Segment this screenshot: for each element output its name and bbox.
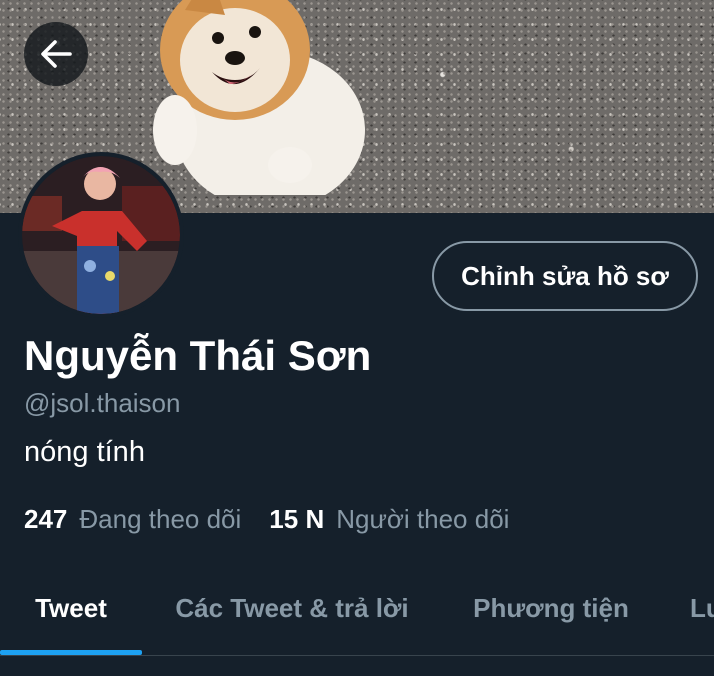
- followers-label: Người theo dõi: [336, 504, 510, 534]
- following-count: 247: [24, 504, 68, 534]
- tab-tweets[interactable]: Tweet: [0, 560, 142, 656]
- followers-count: 15 N: [269, 504, 325, 534]
- banner-dog-image: [153, 0, 365, 195]
- profile-handle: @jsol.thaison: [24, 388, 181, 418]
- profile-tabs: Tweet Các Tweet & trả lời Phương tiện Lư: [0, 560, 714, 656]
- tab-tweets-and-replies[interactable]: Các Tweet & trả lời: [158, 560, 426, 656]
- profile-bio: nóng tính: [24, 436, 145, 468]
- following-label: Đang theo dõi: [79, 504, 242, 534]
- edit-profile-button[interactable]: Chỉnh sửa hồ sơ: [432, 241, 698, 311]
- following-stat[interactable]: 247 Đang theo dõi: [24, 504, 241, 535]
- avatar-image: [22, 156, 180, 314]
- profile-avatar[interactable]: [18, 152, 184, 318]
- arrow-left-icon: [41, 40, 72, 68]
- profile-name: Nguyễn Thái Sơn: [24, 332, 372, 379]
- tab-media[interactable]: Phương tiện: [456, 560, 646, 656]
- profile-stats: 247 Đang theo dõi 15 N Người theo dõi: [24, 504, 509, 535]
- back-button[interactable]: [24, 22, 88, 86]
- tabs-divider: [0, 655, 714, 656]
- followers-stat[interactable]: 15 N Người theo dõi: [269, 504, 509, 535]
- tab-likes[interactable]: Lư: [690, 560, 714, 656]
